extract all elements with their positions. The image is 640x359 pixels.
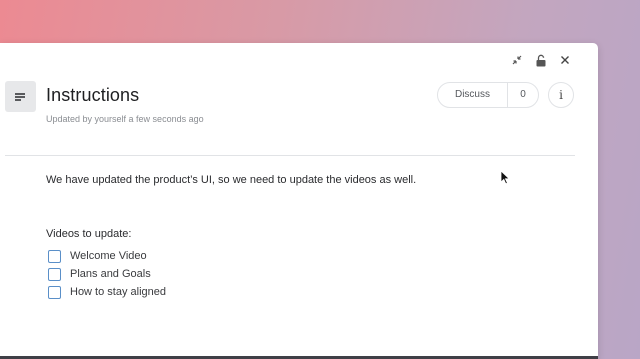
checkbox[interactable]	[48, 249, 61, 263]
checkbox[interactable]	[48, 285, 61, 299]
document-type-icon[interactable]	[5, 81, 36, 112]
info-button[interactable]: i	[548, 82, 574, 108]
page-title[interactable]: Instructions	[46, 85, 139, 106]
checklist-item-label[interactable]: Welcome Video	[70, 250, 147, 262]
checklist-heading[interactable]: Videos to update:	[46, 228, 131, 240]
last-updated-text: Updated by yourself a few seconds ago	[46, 114, 204, 124]
discuss-count-badge[interactable]: 0	[508, 83, 538, 107]
description-text[interactable]: We have updated the product’s UI, so we …	[46, 174, 416, 186]
checklist-item-label[interactable]: How to stay aligned	[70, 286, 166, 298]
checklist-item: How to stay aligned	[48, 283, 166, 301]
checkbox[interactable]	[48, 267, 61, 281]
document-panel: Instructions Updated by yourself a few s…	[0, 43, 598, 359]
checklist-item-label[interactable]: Plans and Goals	[70, 268, 151, 280]
discuss-button[interactable]: Discuss	[438, 83, 508, 107]
mouse-cursor-icon	[500, 170, 510, 185]
checklist: Welcome Video Plans and Goals How to sta…	[48, 247, 166, 301]
close-icon[interactable]	[558, 53, 572, 67]
header-divider	[5, 155, 575, 156]
discuss-control: Discuss 0	[437, 82, 539, 108]
lock-icon[interactable]	[534, 53, 548, 67]
checklist-item: Welcome Video	[48, 247, 166, 265]
collapse-icon[interactable]	[510, 53, 524, 67]
window-controls	[510, 53, 572, 67]
checklist-item: Plans and Goals	[48, 265, 166, 283]
